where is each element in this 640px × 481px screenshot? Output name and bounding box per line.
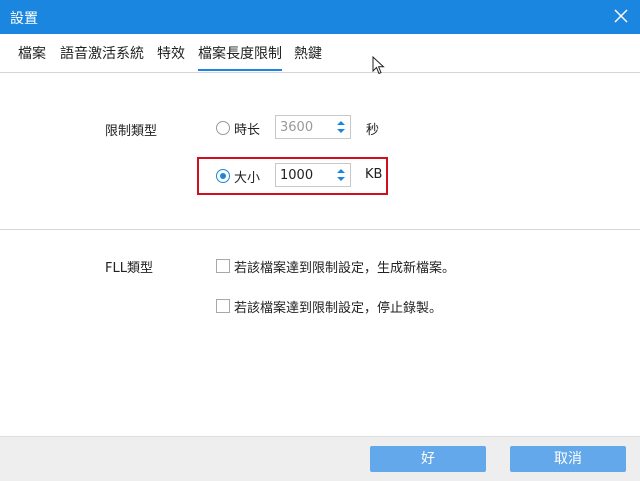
window-title: 設置 bbox=[10, 11, 38, 27]
tab-bar: 檔案 語音激活系統 特效 檔案長度限制 熱鍵 bbox=[0, 34, 640, 73]
new-file-checkbox[interactable] bbox=[216, 259, 230, 273]
new-file-option-label: 若該檔案達到限制設定，生成新檔案。 bbox=[234, 261, 456, 276]
tab-file[interactable]: 檔案 bbox=[18, 43, 46, 69]
time-stepper[interactable]: 3600 bbox=[275, 115, 351, 139]
tab-voice-activation[interactable]: 語音激活系統 bbox=[60, 43, 144, 69]
tab-effects[interactable]: 特效 bbox=[157, 43, 185, 69]
size-stepper[interactable]: 1000 bbox=[275, 163, 351, 187]
cancel-button[interactable]: 取消 bbox=[510, 446, 626, 472]
title-bar: 設置 bbox=[0, 0, 640, 34]
size-option-label: 大小 bbox=[234, 171, 261, 186]
stepper-arrows-icon[interactable] bbox=[335, 166, 347, 184]
time-unit: 秒 bbox=[366, 123, 380, 138]
section-divider bbox=[0, 229, 640, 230]
mouse-cursor-icon bbox=[372, 56, 385, 75]
tab-file-length-limit[interactable]: 檔案長度限制 bbox=[198, 43, 282, 71]
ok-button[interactable]: 好 bbox=[370, 446, 486, 472]
time-value: 3600 bbox=[280, 120, 314, 135]
size-unit: KB bbox=[365, 167, 383, 182]
limit-type-label: 限制類型 bbox=[105, 124, 158, 139]
stop-recording-checkbox[interactable] bbox=[216, 299, 230, 313]
stepper-arrows-icon[interactable] bbox=[335, 118, 347, 136]
time-radio[interactable] bbox=[216, 121, 230, 135]
size-value: 1000 bbox=[280, 168, 314, 183]
tab-hotkeys[interactable]: 熱鍵 bbox=[294, 43, 322, 69]
size-radio[interactable] bbox=[216, 169, 230, 183]
time-option-label: 時长 bbox=[234, 123, 261, 138]
close-icon[interactable] bbox=[610, 5, 632, 27]
stop-recording-option-label: 若該檔案達到限制設定，停止錄製。 bbox=[234, 301, 443, 316]
fll-type-label: FLL類型 bbox=[105, 261, 153, 276]
